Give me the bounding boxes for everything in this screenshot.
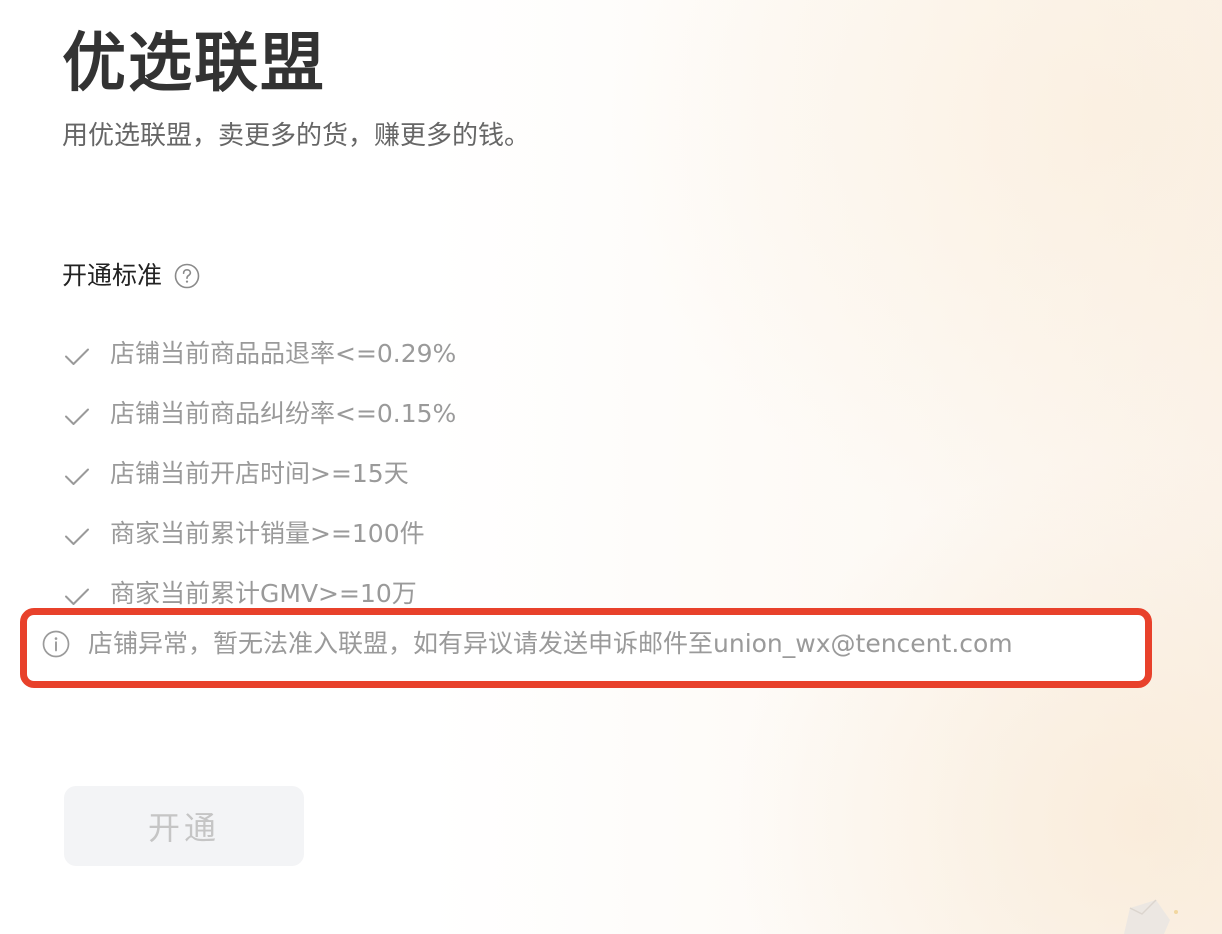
check-icon bbox=[62, 521, 92, 551]
page-subtitle: 用优选联盟，卖更多的货，赚更多的钱。 bbox=[62, 121, 531, 151]
question-circle-icon[interactable] bbox=[174, 263, 200, 289]
requirement-item: 店铺当前商品品退率<=0.29% bbox=[62, 326, 762, 386]
requirement-item: 店铺当前商品纠纷率<=0.15% bbox=[62, 386, 762, 446]
check-icon bbox=[62, 401, 92, 431]
requirement-text: 店铺当前商品品退率<=0.29% bbox=[110, 339, 457, 368]
requirement-text: 店铺当前商品纠纷率<=0.15% bbox=[110, 399, 457, 428]
requirements-header: 开通标准 bbox=[62, 258, 200, 294]
requirement-item: 商家当前累计销量>=100件 bbox=[62, 506, 762, 566]
store-status-alert: 店铺异常，暂无法准入联盟，如有异议请发送申诉邮件至union_wx@tencen… bbox=[42, 618, 1013, 670]
decorative-gift-icon bbox=[1124, 899, 1178, 934]
requirement-text: 店铺当前开店时间>=15天 bbox=[110, 459, 409, 488]
page-title: 优选联盟 bbox=[62, 27, 326, 101]
open-button[interactable]: 开通 bbox=[64, 786, 304, 866]
union-page: 优选联盟 用优选联盟，卖更多的货，赚更多的钱。 开通标准 店铺当前商品品退率<=… bbox=[0, 0, 1222, 934]
requirement-text: 商家当前累计GMV>=10万 bbox=[110, 579, 417, 608]
requirements-list: 店铺当前商品品退率<=0.29% 店铺当前商品纠纷率<=0.15% 店铺当前开店… bbox=[62, 326, 762, 626]
requirement-text: 商家当前累计销量>=100件 bbox=[110, 519, 425, 548]
alert-text: 店铺异常，暂无法准入联盟，如有异议请发送申诉邮件至union_wx@tencen… bbox=[88, 629, 1013, 658]
requirements-title: 开通标准 bbox=[62, 261, 163, 290]
check-icon bbox=[62, 341, 92, 371]
check-icon bbox=[62, 581, 92, 611]
info-circle-icon bbox=[42, 630, 70, 658]
requirement-item: 店铺当前开店时间>=15天 bbox=[62, 446, 762, 506]
check-icon bbox=[62, 461, 92, 491]
